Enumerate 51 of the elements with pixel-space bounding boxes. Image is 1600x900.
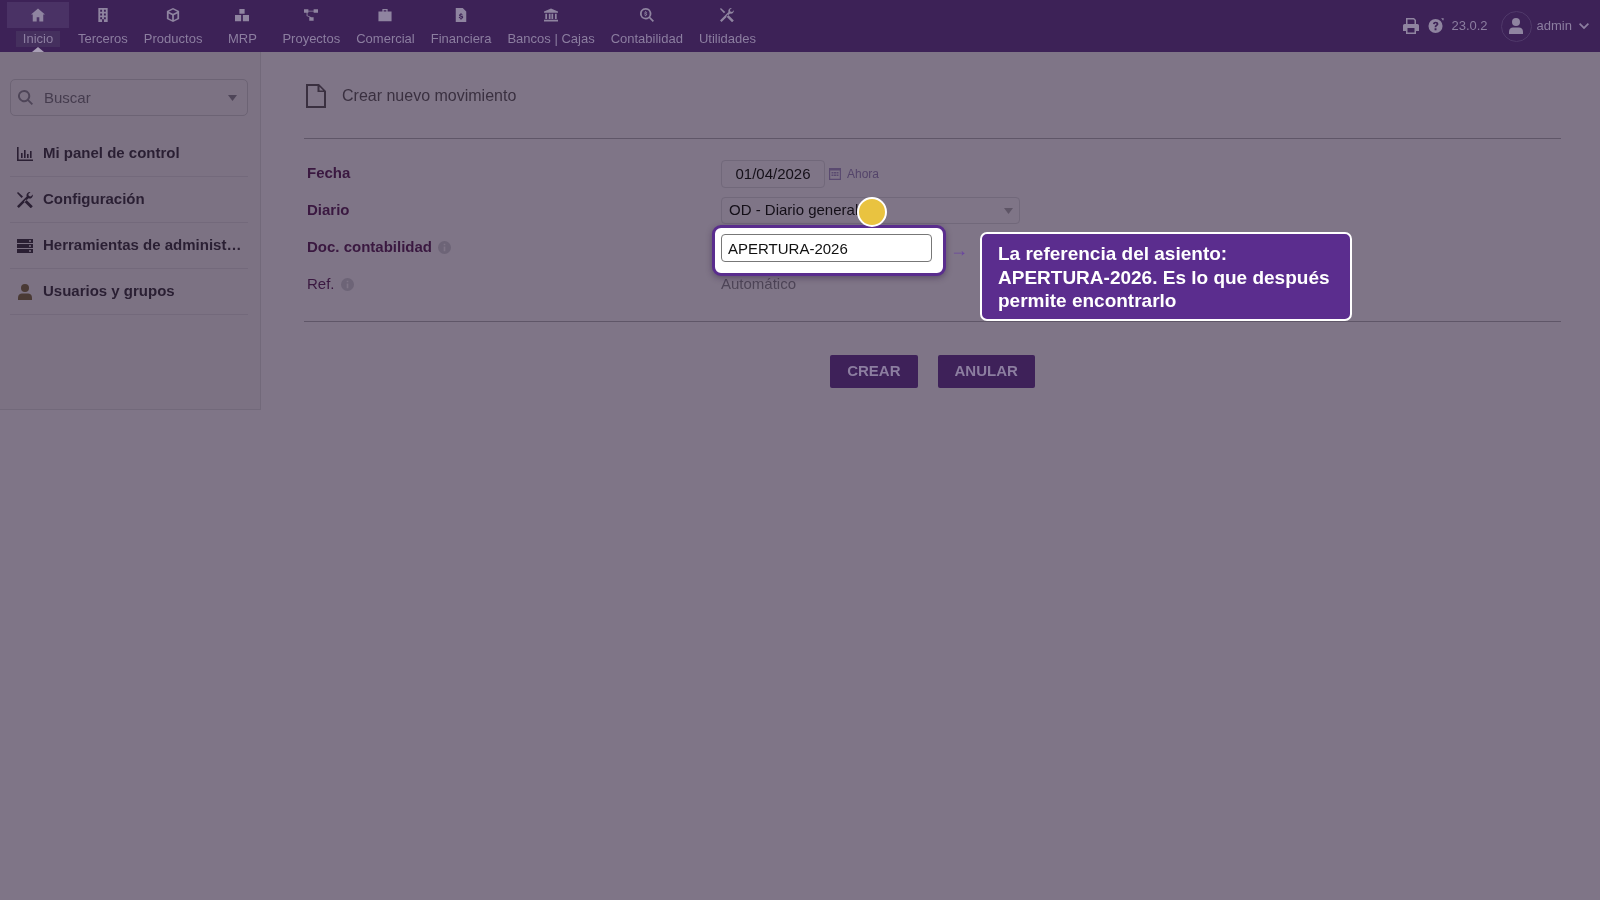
building-icon [95, 8, 110, 22]
caret-icon [228, 95, 237, 101]
sidebar-item[interactable]: Mi panel de control [10, 131, 248, 177]
field-label: Doc. contabilidad [307, 237, 432, 258]
tooltip-message: La referencia del asiento: APERTURA-2026. Es lo que después permite encontrarlo [980, 232, 1352, 321]
calendar-icon [829, 167, 841, 180]
search-icon [18, 90, 33, 105]
field-label: Ref. [307, 274, 335, 295]
version-label: 23.0.2 [1451, 17, 1488, 36]
nav-tab[interactable]: Comercial [349, 0, 422, 52]
home-icon [31, 8, 45, 22]
nav-tab[interactable]: Financiera [423, 0, 499, 52]
sidebar-item[interactable]: Usuarios y grupos [10, 269, 248, 315]
cube-icon [166, 8, 181, 22]
nav-tab[interactable]: Terceros [71, 0, 135, 52]
page-title: Crear nuevo movimiento [342, 85, 517, 106]
bank-icon [544, 8, 559, 22]
text-field[interactable]: APERTURA-2026 [721, 234, 932, 262]
sidebar-item[interactable]: Herramientas de administ… [10, 223, 248, 269]
invoice-icon [454, 8, 469, 22]
magnifier-icon [639, 8, 654, 22]
date-field[interactable]: 01/04/2026 [721, 159, 825, 188]
field-label: Diario [307, 200, 350, 221]
tools-icon [17, 191, 33, 208]
printer-icon [1403, 18, 1420, 34]
user-icon [17, 283, 33, 300]
pointer-arrow: → [950, 239, 968, 261]
diagram-icon [304, 8, 319, 22]
user-name[interactable]: admin [1536, 16, 1572, 36]
caret-icon [1004, 207, 1013, 214]
server-icon [17, 237, 33, 254]
nav-tab[interactable]: MRP [211, 0, 274, 52]
chart-icon [17, 145, 33, 162]
nav-tab[interactable]: Proyectos [275, 0, 348, 52]
chevron-down-icon [1579, 22, 1589, 30]
nav-tab[interactable]: Bancos | Cajas [500, 0, 602, 52]
briefcase-icon [378, 8, 393, 22]
document-icon [306, 83, 326, 108]
user-icon [1508, 18, 1525, 34]
search-field[interactable]: Buscar [10, 79, 248, 116]
help-icon [1428, 18, 1445, 34]
action-button[interactable]: ANULAR [937, 355, 1035, 388]
nav-tab[interactable]: Utilidades [691, 0, 763, 52]
tools-icon [720, 8, 735, 22]
nav-tab[interactable]: Contabilidad [603, 0, 690, 52]
cubes-icon [235, 8, 250, 22]
journal-select[interactable]: OD - Diario general [721, 197, 1020, 224]
action-button[interactable]: CREAR [830, 355, 918, 388]
field-label: Fecha [307, 163, 351, 184]
nav-tab[interactable]: Productos [136, 0, 210, 52]
sidebar-item[interactable]: Configuración [10, 177, 248, 223]
